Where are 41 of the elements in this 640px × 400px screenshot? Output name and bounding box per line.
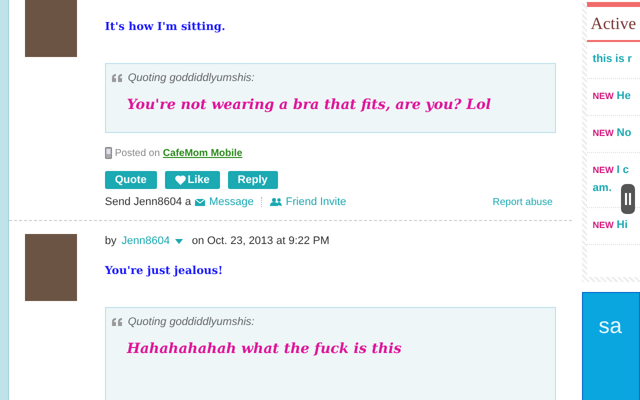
cafemom-mobile-link[interactable]: CafeMom Mobile <box>162 148 242 158</box>
action-button[interactable]: Reply <box>228 171 278 189</box>
topic-link[interactable]: No <box>616 126 632 140</box>
topic-link[interactable]: He <box>616 89 631 103</box>
post-date: on Oct. 23, 2013 at 9:22 PM <box>192 235 330 247</box>
topic-link[interactable]: I c <box>616 163 629 177</box>
send-label: Send Jenn8604 a <box>104 196 192 208</box>
topic-link[interactable]: Hi <box>616 218 628 232</box>
new-label: NEW <box>592 219 614 232</box>
phone-icon <box>104 147 112 159</box>
ad-banner[interactable]: sa <box>582 292 640 400</box>
ad-text: sa <box>598 313 622 338</box>
quote-mark-icon <box>112 318 123 326</box>
topic-link[interactable]: am. <box>592 181 640 195</box>
quote-attribution: Quoting goddiddlyumshis: <box>128 72 254 84</box>
quoted-text: Hahahahahah what the fuck is this <box>126 341 403 357</box>
avatar-photo-placeholder <box>24 234 77 301</box>
new-label: NEW <box>592 90 614 103</box>
panel-title: Active <box>586 7 640 42</box>
post-body: It's how I'm sitting. <box>104 20 226 33</box>
action-button[interactable]: Quote <box>104 171 157 189</box>
quoted-text: You're not wearing a bra that fits, are you? Lol <box>126 97 492 113</box>
report-abuse-link[interactable]: Report abuse <box>492 196 553 208</box>
heart-icon <box>174 175 186 185</box>
friend-invite-link[interactable]: Friend Invite <box>286 196 346 208</box>
caret-icon[interactable] <box>174 238 183 244</box>
action-button[interactable]: Like <box>164 171 220 189</box>
quote-mark-icon <box>112 74 123 82</box>
message-link[interactable]: Message <box>209 196 254 208</box>
people-icon <box>270 198 282 206</box>
pause-icon[interactable] <box>620 184 635 214</box>
username-link[interactable]: Jenn8604 <box>122 235 170 247</box>
new-label: NEW <box>592 127 614 140</box>
envelope-icon <box>195 198 206 206</box>
post-body: You're just jealous! <box>104 264 224 277</box>
byline-text: by <box>104 235 116 247</box>
avatar-photo-placeholder <box>24 0 77 57</box>
quote-attribution: Quoting goddiddlyumshis: <box>128 316 254 328</box>
topic-link[interactable]: this is r <box>592 52 632 66</box>
posted-on-label: Posted on <box>114 148 160 158</box>
new-label: NEW <box>592 164 614 177</box>
